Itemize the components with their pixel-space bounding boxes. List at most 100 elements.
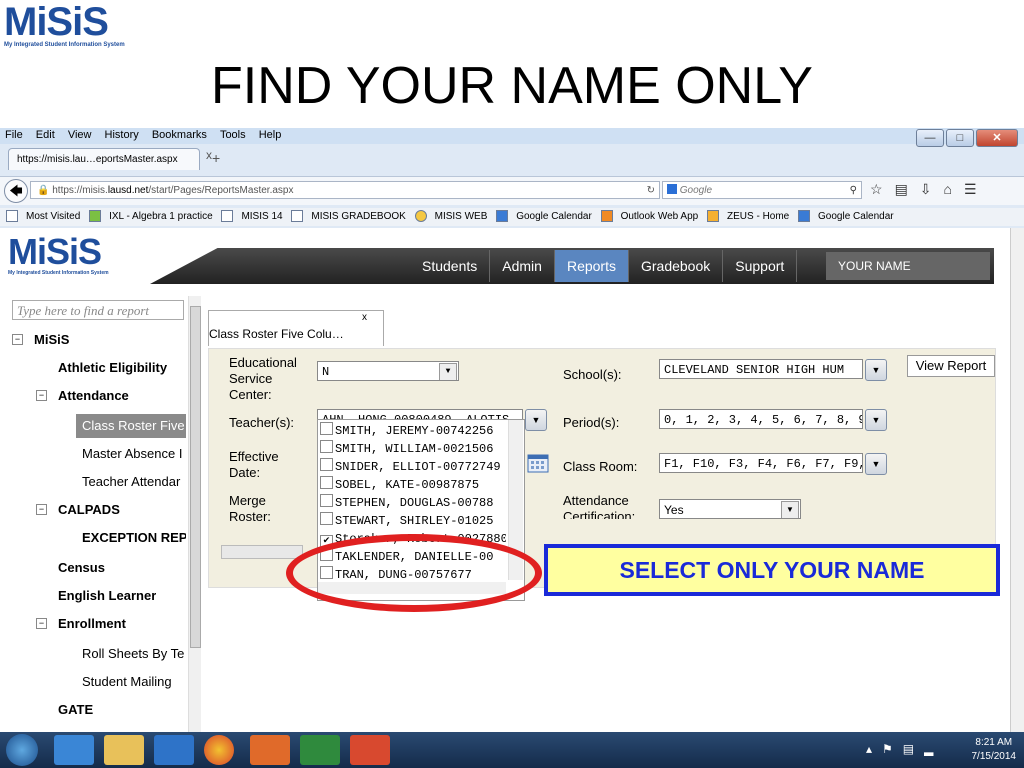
bookmark-item[interactable]: Google Calendar xyxy=(798,210,894,223)
start-button-icon[interactable] xyxy=(6,734,38,766)
reload-icon[interactable]: ↻ xyxy=(647,182,655,200)
nav-gradebook[interactable]: Gradebook xyxy=(629,250,724,282)
chevron-down-icon[interactable]: ▼ xyxy=(865,453,887,475)
chevron-down-icon[interactable]: ▼ xyxy=(781,501,799,518)
bookmark-item[interactable]: Outlook Web App xyxy=(600,210,698,223)
internet-explorer-icon[interactable] xyxy=(54,735,94,765)
tray-arrow-icon[interactable]: ▴ xyxy=(866,742,882,756)
signal-icon[interactable]: ▂ xyxy=(924,742,943,756)
bookmark-item[interactable]: Google Calendar xyxy=(496,210,592,223)
calendar-picker-icon[interactable] xyxy=(527,453,549,473)
checkbox-icon[interactable] xyxy=(320,422,333,435)
slide-logo-subtitle: My Integrated Student Information System xyxy=(4,42,125,48)
menu-tools[interactable]: Tools xyxy=(220,129,246,141)
report-tab-close-icon[interactable]: x xyxy=(362,312,367,323)
nav-support[interactable]: Support xyxy=(723,250,798,282)
user-name[interactable]: YOUR NAME xyxy=(826,252,990,280)
search-icon[interactable]: ⚲ xyxy=(850,182,857,200)
tree-item-exception[interactable]: EXCEPTION REP xyxy=(82,530,186,545)
tree-item-master-absence[interactable]: Master Absence I xyxy=(82,446,186,461)
file-explorer-icon[interactable] xyxy=(104,735,144,765)
media-player-icon[interactable] xyxy=(154,735,194,765)
attendance-select[interactable]: Yes ▼ xyxy=(659,499,801,519)
report-search-input[interactable]: Type here to find a report xyxy=(12,300,184,320)
tree-root[interactable]: MiSiS xyxy=(34,332,69,347)
menu-bookmarks[interactable]: Bookmarks xyxy=(152,129,207,141)
checkbox-icon[interactable] xyxy=(320,440,333,453)
checkbox-icon[interactable] xyxy=(320,476,333,489)
menu-file[interactable]: File xyxy=(5,129,23,141)
collapse-icon[interactable]: − xyxy=(36,390,47,401)
chevron-down-icon[interactable]: ▼ xyxy=(439,363,457,380)
network-icon[interactable]: ▤ xyxy=(903,742,924,756)
search-bar[interactable]: Google ⚲ xyxy=(662,181,862,199)
panel-hscrollbar[interactable] xyxy=(221,545,303,559)
tree-item-athletic[interactable]: Athletic Eligibility xyxy=(58,360,167,375)
tree-item-english-learner[interactable]: English Learner xyxy=(58,588,156,603)
bookmark-item[interactable]: MISIS GRADEBOOK xyxy=(291,210,406,223)
collapse-icon[interactable]: − xyxy=(36,504,47,515)
chrome-icon[interactable] xyxy=(204,735,234,765)
clock[interactable]: 8:21 AM 7/15/2014 xyxy=(972,736,1017,764)
teacher-option[interactable]: SOBEL, KATE-00987875 xyxy=(320,476,506,494)
bookmark-item[interactable]: IXL - Algebra 1 practice xyxy=(89,210,213,223)
teacher-option[interactable]: STEWART, SHIRLEY-01025 xyxy=(320,512,506,530)
tree-item-student-mailing[interactable]: Student Mailing xyxy=(82,674,186,689)
collapse-icon[interactable]: − xyxy=(12,334,23,345)
star-icon[interactable]: ☆ xyxy=(870,181,895,197)
chevron-down-icon[interactable]: ▼ xyxy=(525,409,547,431)
report-tab[interactable]: Class Roster Five Colu… xyxy=(208,310,384,346)
teacher-option[interactable]: SMITH, WILLIAM-0021506 xyxy=(320,440,506,458)
download-icon[interactable]: ⇩ xyxy=(920,181,944,197)
nav-reports[interactable]: Reports xyxy=(554,250,629,282)
nav-students[interactable]: Students xyxy=(410,250,491,282)
view-report-button[interactable]: View Report xyxy=(907,355,995,377)
menu-view[interactable]: View xyxy=(68,129,92,141)
new-tab-icon[interactable]: + xyxy=(212,150,220,166)
tree-item-teacher-attendance[interactable]: Teacher Attendar xyxy=(82,474,186,489)
browser-tab[interactable]: https://misis.lau…eportsMaster.aspx xyxy=(8,148,200,170)
period-select[interactable]: 0, 1, 2, 3, 4, 5, 6, 7, 8, 9, 10, 1 xyxy=(659,409,863,429)
flag-icon[interactable]: ⚑ xyxy=(882,742,903,756)
tree-item-census[interactable]: Census xyxy=(58,560,105,575)
teacher-option[interactable]: SNIDER, ELLIOT-00772749 xyxy=(320,458,506,476)
hamburger-menu-icon[interactable]: ☰ xyxy=(964,181,989,197)
teacher-option[interactable]: STEPHEN, DOUGLAS-00788 xyxy=(320,494,506,512)
tree-item-roll-sheets[interactable]: Roll Sheets By Te xyxy=(82,646,186,661)
checkbox-icon[interactable] xyxy=(320,494,333,507)
menu-help[interactable]: Help xyxy=(259,129,282,141)
nav-admin[interactable]: Admin xyxy=(490,250,555,282)
esc-select[interactable]: N ▼ xyxy=(317,361,459,381)
teacher-option[interactable]: SMITH, JEREMY-00742256 xyxy=(320,422,506,440)
tree-item-enrollment[interactable]: Enrollment xyxy=(58,616,126,631)
minimize-icon[interactable]: — xyxy=(916,129,944,147)
bookmark-item[interactable]: Most Visited xyxy=(6,210,80,223)
menu-edit[interactable]: Edit xyxy=(36,129,55,141)
sidebar-scroll-thumb[interactable] xyxy=(190,306,201,648)
checkbox-icon[interactable] xyxy=(320,458,333,471)
school-select[interactable]: CLEVELAND SENIOR HIGH HUM xyxy=(659,359,863,379)
collapse-icon[interactable]: − xyxy=(36,618,47,629)
chevron-down-icon[interactable]: ▼ xyxy=(865,409,887,431)
tree-item-attendance[interactable]: Attendance xyxy=(58,388,129,403)
app-icon[interactable] xyxy=(350,735,390,765)
url-bar[interactable]: 🔒 https://misis.lausd.net/start/Pages/Re… xyxy=(30,181,660,199)
back-arrow-icon[interactable]: 🡄 xyxy=(4,179,28,203)
excel-icon[interactable] xyxy=(300,735,340,765)
bookmark-item[interactable]: ZEUS - Home xyxy=(707,210,789,223)
chevron-down-icon[interactable]: ▼ xyxy=(865,359,887,381)
tree-item-gate[interactable]: GATE xyxy=(58,702,93,717)
page-scrollbar[interactable] xyxy=(1010,228,1024,732)
bookmark-item[interactable]: MISIS WEB xyxy=(414,210,487,223)
maximize-icon[interactable]: □ xyxy=(946,129,974,147)
close-window-icon[interactable]: ✕ xyxy=(976,129,1018,147)
tree-item-class-roster[interactable]: Class Roster Five xyxy=(76,414,186,438)
classroom-select[interactable]: F1, F10, F3, F4, F6, F7, F9, G2, xyxy=(659,453,863,473)
bookmark-item[interactable]: MISIS 14 xyxy=(221,210,283,223)
reading-list-icon[interactable]: ▤ xyxy=(895,181,920,197)
checkbox-icon[interactable] xyxy=(320,512,333,525)
tree-item-calpads[interactable]: CALPADS xyxy=(58,502,120,517)
home-icon[interactable]: ⌂ xyxy=(944,181,964,197)
firefox-icon[interactable] xyxy=(250,735,290,765)
menu-history[interactable]: History xyxy=(105,129,139,141)
